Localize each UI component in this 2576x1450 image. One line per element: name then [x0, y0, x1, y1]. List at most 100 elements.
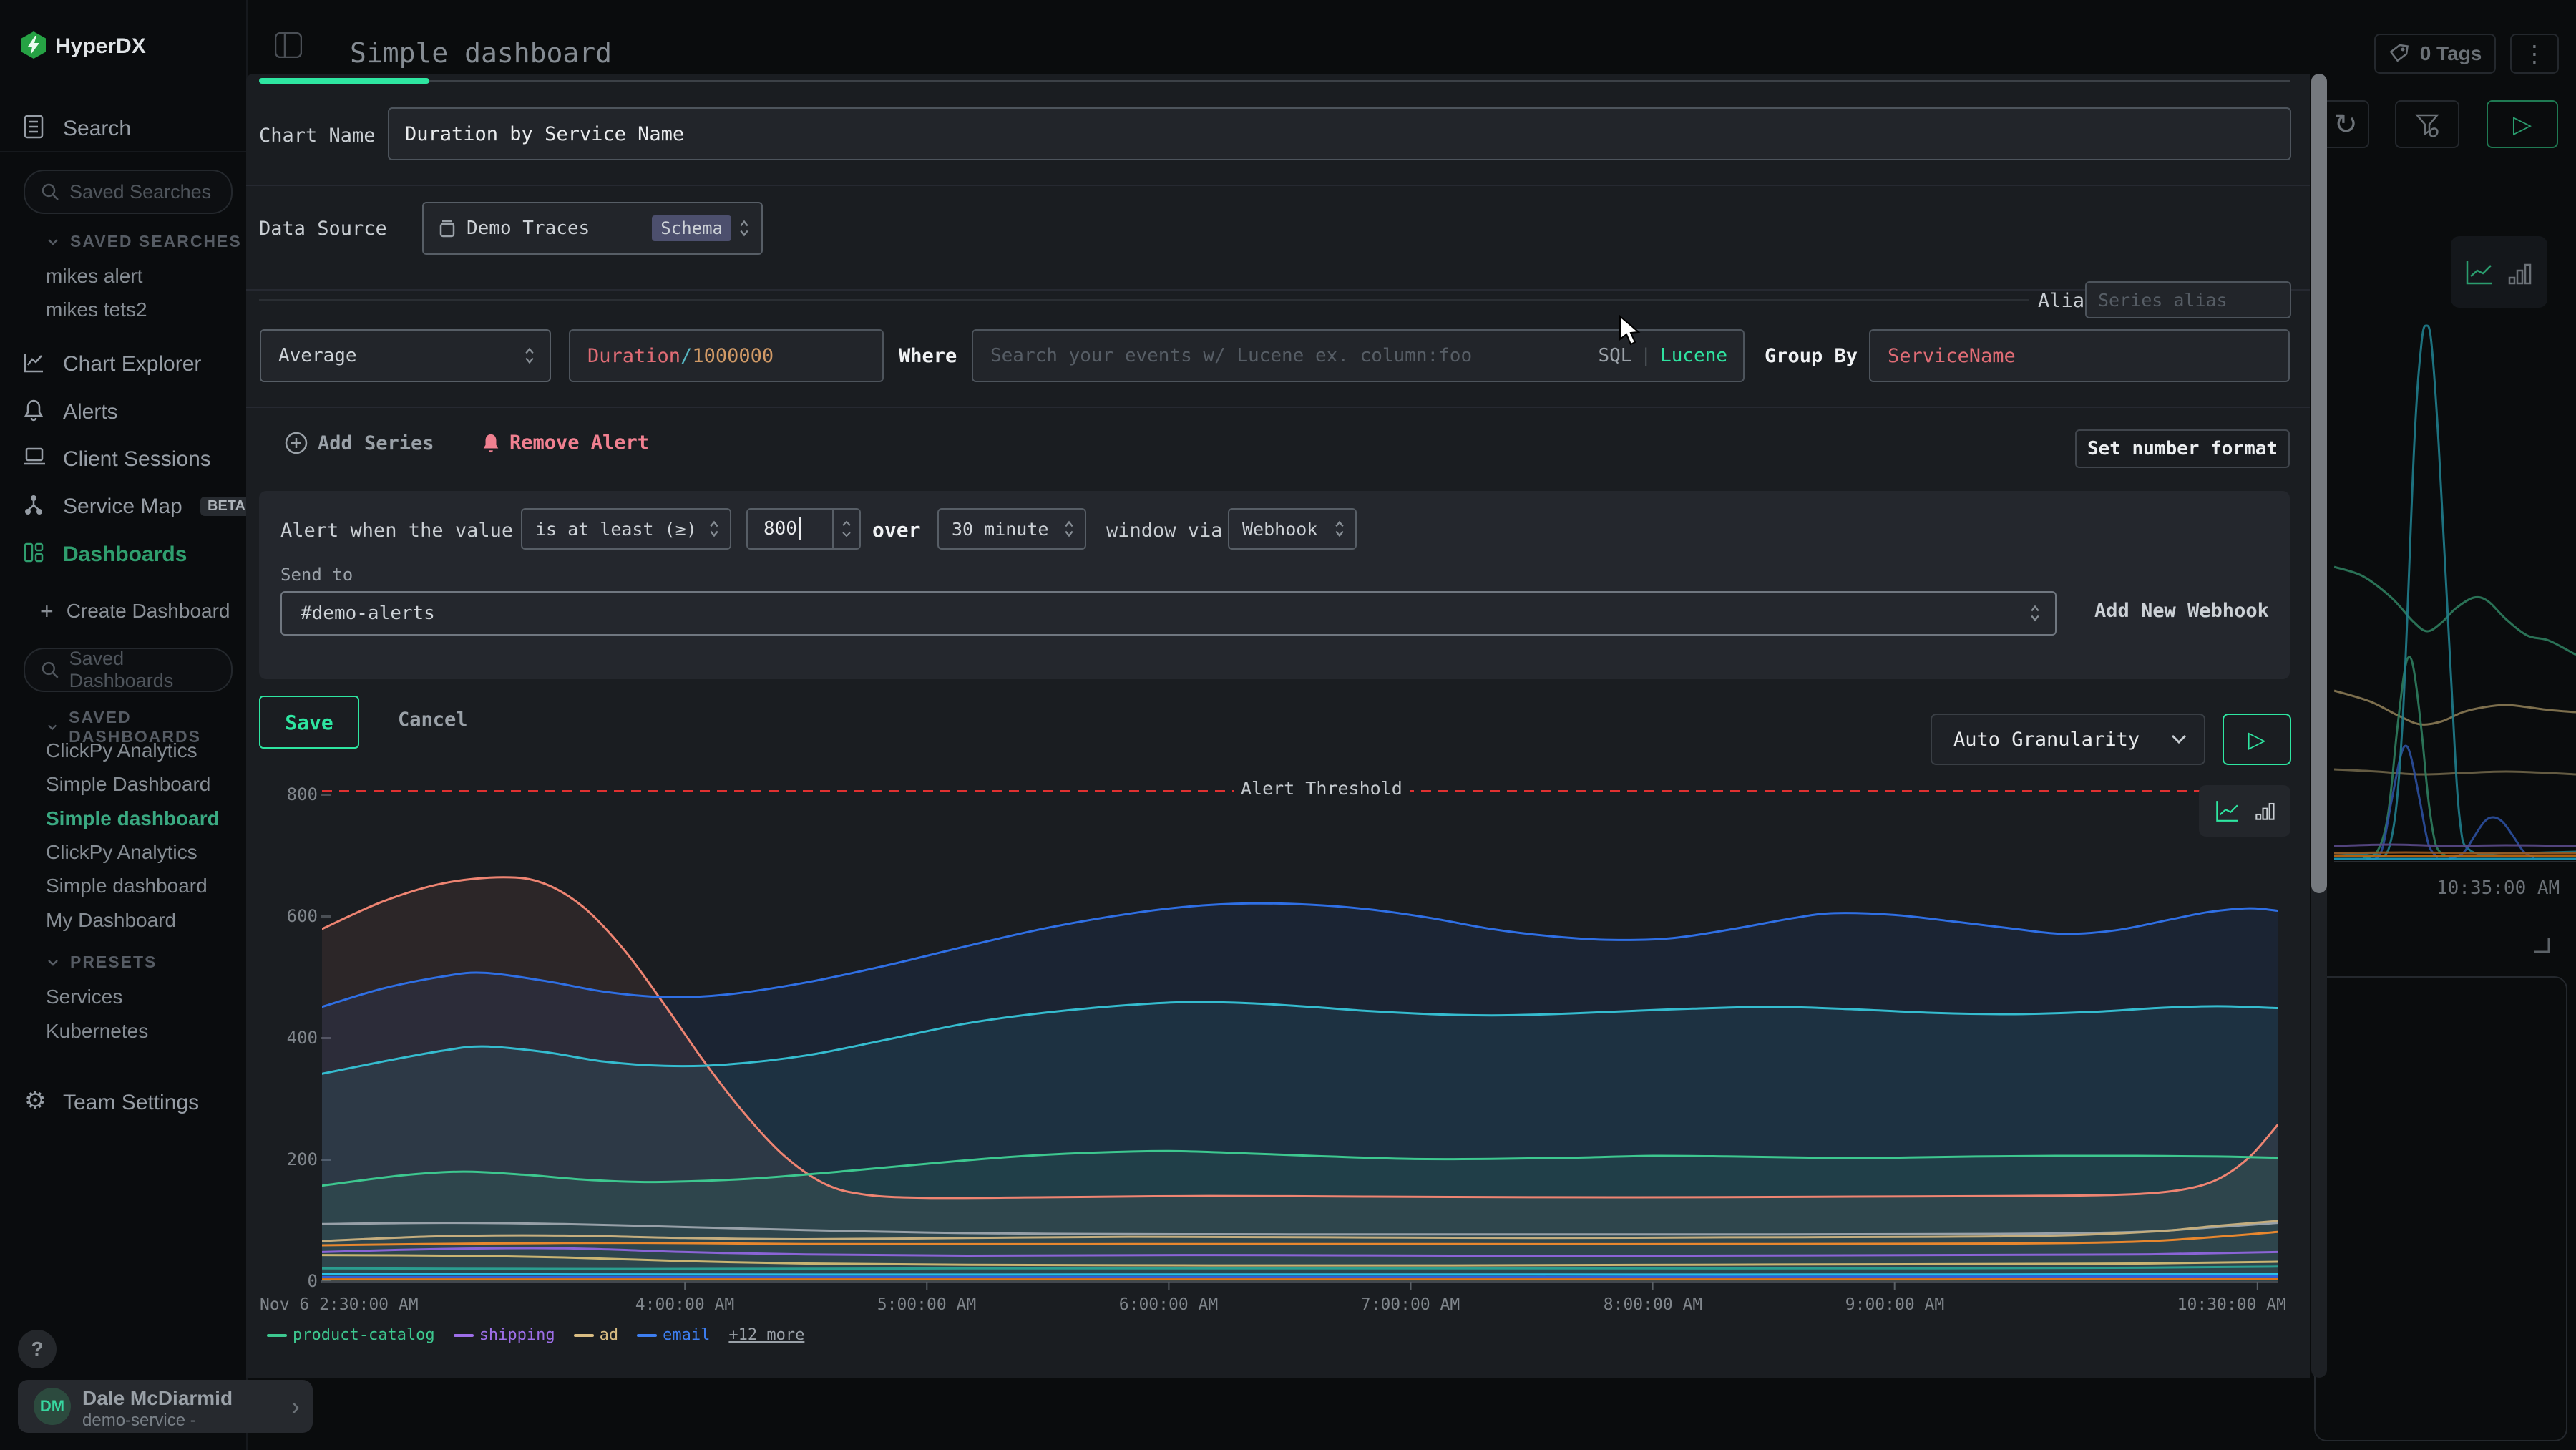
legend-more-button[interactable]: +12 more — [728, 1326, 804, 1344]
saved-searches-header[interactable]: SAVED SEARCHES — [47, 232, 242, 251]
filter-button[interactable] — [2395, 100, 2459, 148]
dashboard-list-item[interactable]: ClickPy Analytics — [46, 841, 197, 864]
saved-search-item[interactable]: mikes alert — [46, 265, 142, 288]
preset-item-kubernetes[interactable]: Kubernetes — [46, 1020, 148, 1043]
alias-input-wrap — [2085, 281, 2291, 318]
alias-input[interactable] — [2087, 283, 2290, 317]
window-via-label: window via — [1106, 520, 1223, 542]
alert-condition-select[interactable]: is at least (≥) — [521, 508, 731, 550]
run-query-button[interactable]: ▷ — [2487, 100, 2558, 148]
sidebar-item-service-map[interactable]: Service Map — [63, 495, 182, 519]
sidebar-item-team-settings[interactable]: Team Settings — [63, 1091, 199, 1115]
dashboard-list-item[interactable]: My Dashboard — [46, 909, 176, 932]
x-tick-label: 7:00:00 AM — [1317, 1295, 1503, 1314]
dashboard-list-item-active[interactable]: Simple dashboard — [46, 807, 220, 830]
bar-chart-icon — [2254, 800, 2275, 822]
chevron-down-icon — [47, 721, 57, 733]
legend-swatch — [637, 1334, 657, 1337]
sql-mode-button[interactable]: SQL — [1598, 345, 1631, 366]
dashboard-list-item[interactable]: Simple Dashboard — [46, 773, 210, 796]
add-new-webhook-button[interactable]: Add New Webhook — [2094, 600, 2269, 622]
granularity-select[interactable]: Auto Granularity — [1931, 714, 2205, 765]
legend-item[interactable]: product-catalog — [267, 1326, 435, 1344]
sidebar-divider — [0, 151, 246, 152]
create-dashboard-button[interactable]: + Create Dashboard — [40, 600, 230, 623]
plus-icon: + — [40, 600, 54, 622]
drawer-scrollbar-track[interactable] — [2311, 74, 2327, 1378]
bar-chart-icon — [2507, 261, 2532, 286]
cancel-button[interactable]: Cancel — [398, 709, 468, 731]
chevron-down-icon — [47, 957, 59, 968]
x-tick-label: 9:00:00 AM — [1802, 1295, 1988, 1314]
sidebar-item-alerts[interactable]: Alerts — [63, 400, 118, 424]
divider — [246, 289, 2310, 291]
dashboards-icon — [23, 542, 44, 567]
legend-item[interactable]: shipping — [454, 1326, 555, 1344]
dashboard-list-item[interactable]: Simple dashboard — [46, 875, 208, 897]
preset-item-services[interactable]: Services — [46, 986, 122, 1008]
sidebar-item-search[interactable]: Search — [63, 117, 131, 141]
number-spinner[interactable] — [832, 510, 859, 548]
aggregation-select[interactable]: Average — [260, 329, 551, 382]
save-button[interactable]: Save — [259, 696, 359, 749]
y-tick-label: 0 — [260, 1271, 318, 1291]
client-sessions-icon — [23, 447, 46, 472]
data-source-label: Data Source — [259, 218, 387, 240]
legend-item[interactable]: email — [637, 1326, 710, 1344]
gear-icon: ⚙ — [24, 1086, 46, 1115]
tags-button[interactable]: 0 Tags — [2374, 34, 2496, 74]
sidebar-item-client-sessions[interactable]: Client Sessions — [63, 447, 211, 472]
brand-name: HyperDX — [55, 34, 146, 59]
y-tick-label: 200 — [260, 1149, 318, 1169]
add-series-button[interactable]: Add Series — [285, 432, 434, 454]
refresh-button[interactable]: ↻ — [2322, 100, 2369, 148]
alert-threshold-input[interactable]: 800 — [746, 508, 861, 550]
y-tick-label: 800 — [260, 784, 318, 804]
alert-config-panel: Alert when the value is at least (≥) 800… — [259, 491, 2290, 679]
tab-track — [429, 80, 2290, 82]
group-by-input[interactable]: ServiceName — [1869, 329, 2290, 382]
alerts-bell-icon — [23, 399, 44, 425]
run-chart-button[interactable]: ▷ — [2223, 714, 2291, 765]
field-expression-input[interactable]: Duration/1000000 — [569, 329, 884, 382]
duration-chart[interactable] — [322, 795, 2278, 1292]
chevron-down-icon — [47, 236, 59, 248]
bg-chart-type-toggle[interactable] — [2451, 236, 2547, 308]
alert-channel-select[interactable]: Webhook — [1228, 508, 1357, 550]
user-name: Dale McDiarmid — [82, 1387, 233, 1410]
saved-search-item[interactable]: mikes tets2 — [46, 298, 147, 321]
search-icon — [41, 183, 59, 201]
sidebar-item-dashboards[interactable]: Dashboards — [63, 542, 187, 567]
kebab-menu-button[interactable]: ⋮ — [2510, 34, 2559, 74]
chart-name-input[interactable] — [389, 109, 2290, 159]
data-source-select[interactable]: Demo Traces Schema — [422, 202, 763, 255]
drawer-scrollbar-thumb[interactable] — [2311, 74, 2327, 893]
alert-window-select[interactable]: 30 minute — [937, 508, 1086, 550]
help-button[interactable]: ? — [18, 1330, 57, 1368]
data-source-value: Demo Traces — [467, 218, 590, 239]
legend-item[interactable]: ad — [574, 1326, 619, 1344]
database-icon — [438, 218, 457, 238]
user-card[interactable]: DM Dale McDiarmid demo-service - › — [18, 1380, 313, 1433]
presets-header[interactable]: PRESETS — [47, 953, 157, 972]
text-caret — [799, 517, 801, 540]
chart-type-toggle[interactable] — [2199, 785, 2290, 837]
resize-handle-icon[interactable] — [2533, 936, 2550, 957]
sidebar-collapse-button[interactable] — [275, 32, 302, 58]
set-number-format-button[interactable]: Set number format — [2075, 429, 2290, 468]
spinner-up-icon — [841, 520, 852, 527]
select-updown-icon — [738, 219, 750, 238]
remove-alert-button[interactable]: Remove Alert — [481, 432, 649, 454]
schema-badge: Schema — [652, 215, 731, 241]
dashboard-list-item[interactable]: ClickPy Analytics — [46, 739, 197, 762]
saved-dashboards-input[interactable]: Saved Dashboards — [24, 648, 233, 692]
saved-searches-input[interactable]: Saved Searches — [24, 170, 233, 214]
field-token: Duration — [587, 345, 680, 367]
operator-token: / — [680, 345, 692, 367]
sidebar-item-chart-explorer[interactable]: Chart Explorer — [63, 352, 201, 376]
y-tick-label: 600 — [260, 906, 318, 926]
mode-pipe: | — [1640, 345, 1652, 366]
avatar: DM — [34, 1388, 71, 1425]
webhook-select[interactable]: #demo-alerts — [280, 591, 2057, 636]
lucene-mode-button[interactable]: Lucene — [1660, 345, 1727, 366]
